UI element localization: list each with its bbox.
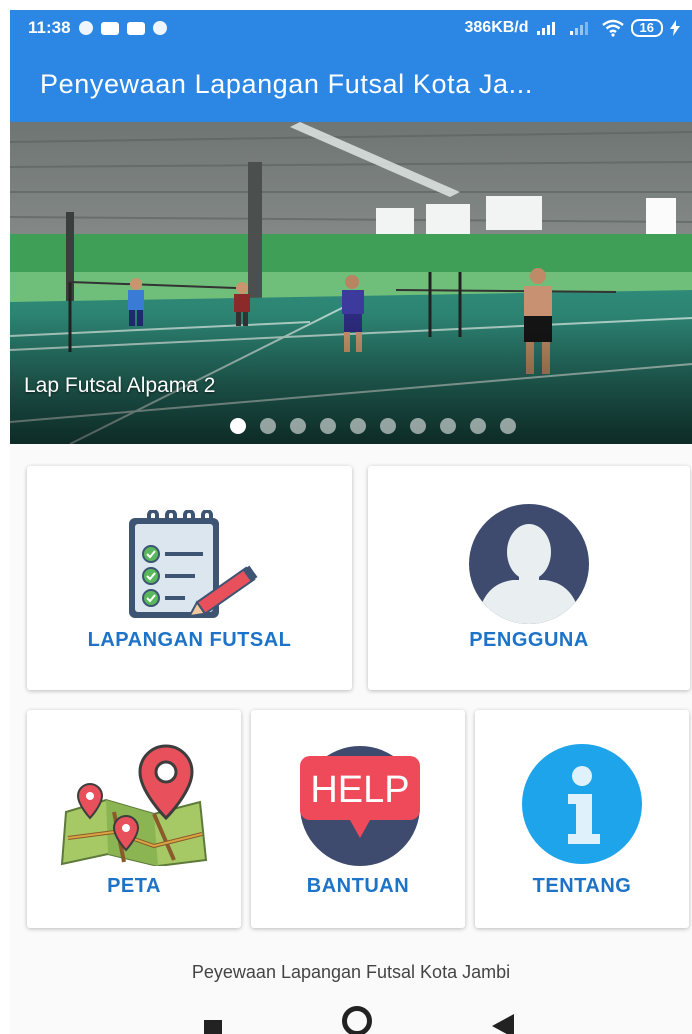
status-right: 386KB/d 16 [464, 19, 680, 37]
lapangan-futsal-label: LAPANGAN FUTSAL [87, 629, 292, 651]
map-pin-icon [60, 744, 208, 866]
youtube-icon [126, 21, 145, 35]
status-left: 11:38 [28, 18, 167, 38]
charging-icon [670, 20, 680, 36]
help-bubble-icon: HELP [300, 746, 420, 866]
tentang-label: TENTANG [532, 875, 632, 897]
pengguna-card[interactable]: PENGGUNA [368, 466, 690, 690]
image-slider[interactable]: Lap Futsal Alpama 2 [10, 122, 692, 444]
back-icon[interactable] [492, 1014, 514, 1034]
recent-apps-icon[interactable] [204, 1020, 222, 1034]
info-icon [522, 744, 642, 864]
status-bar: 11:38 386KB/d 16 [10, 10, 692, 46]
notification-dot-icon [78, 21, 93, 35]
signal-icon [536, 22, 555, 35]
network-speed: 386KB/d [464, 19, 529, 36]
signal-icon [569, 22, 588, 35]
clipboard-checklist-icon [128, 510, 257, 618]
slider-dot[interactable] [230, 418, 246, 434]
peta-card[interactable]: PETA [27, 710, 241, 928]
bantuan-label: BANTUAN [306, 875, 410, 897]
wifi-icon [601, 19, 624, 37]
peta-label: PETA [107, 875, 161, 897]
slider-dot[interactable] [500, 418, 516, 434]
notification-app-icon [100, 21, 119, 35]
slide-caption: Lap Futsal Alpama 2 [24, 374, 216, 397]
user-avatar-icon [469, 504, 589, 624]
lapangan-futsal-card[interactable]: LAPANGAN FUTSAL [27, 466, 352, 690]
tentang-card[interactable]: TENTANG [475, 710, 689, 928]
slider-dot[interactable] [290, 418, 306, 434]
app-title: Penyewaan Lapangan Futsal Kota Ja... [40, 68, 533, 99]
home-icon[interactable] [342, 1006, 372, 1034]
slider-dot[interactable] [260, 418, 276, 434]
slider-dot[interactable] [440, 418, 456, 434]
battery-icon: 16 [630, 19, 663, 37]
bantuan-card[interactable]: HELP BANTUAN [251, 710, 465, 928]
slider-dot[interactable] [350, 418, 366, 434]
slider-dot[interactable] [320, 418, 336, 434]
slider-dot[interactable] [410, 418, 426, 434]
notification-dot-icon [152, 21, 167, 35]
footer-text: Peyewaan Lapangan Futsal Kota Jambi [191, 962, 511, 982]
slider-indicator[interactable] [10, 418, 692, 434]
slider-dot[interactable] [470, 418, 486, 434]
phone-screen: 11:38 386KB/d 16 Penyewaan Lapangan Futs… [10, 10, 692, 1034]
slider-dot[interactable] [380, 418, 396, 434]
pengguna-label: PENGGUNA [469, 629, 589, 651]
app-bar: Penyewaan Lapangan Futsal Kota Ja... [10, 46, 692, 122]
help-text: HELP [310, 769, 409, 811]
status-time: 11:38 [28, 18, 71, 37]
system-nav-bar [10, 1002, 692, 1034]
